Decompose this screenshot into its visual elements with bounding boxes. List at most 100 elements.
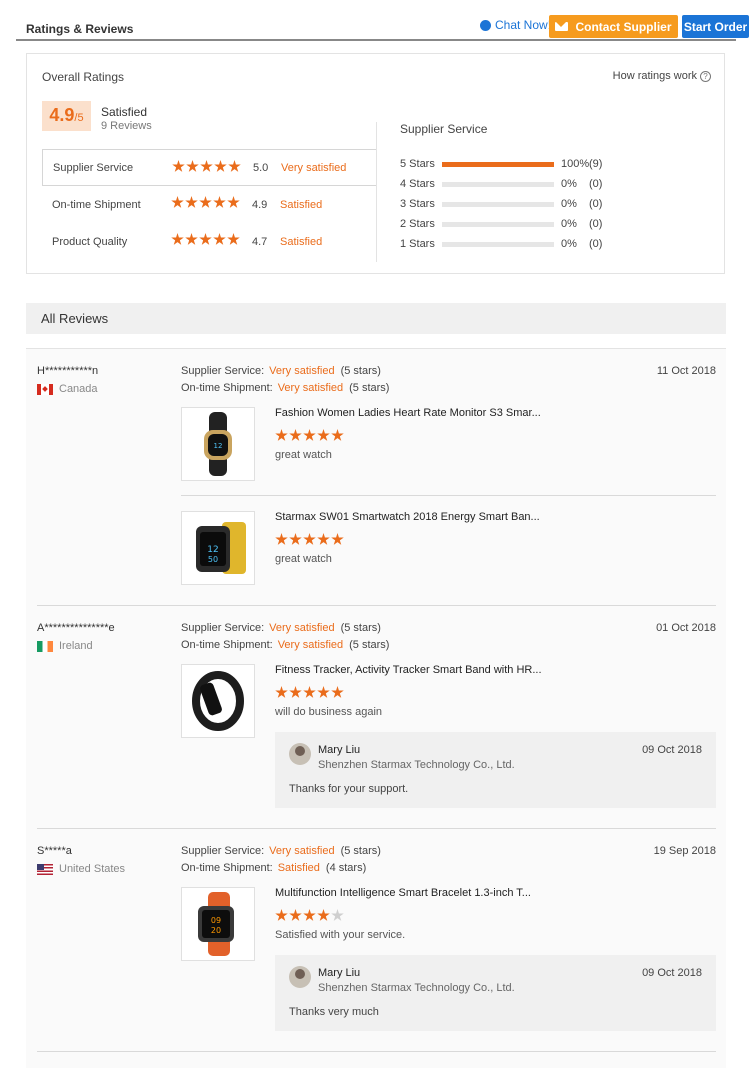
star-filled-icon <box>317 686 330 698</box>
star-filled-icon <box>275 533 288 545</box>
distribution-bar <box>442 221 554 227</box>
reviewed-product: 12 Fashion Women Ladies Heart Rate Monit… <box>181 407 717 481</box>
review-date: 01 Oct 2018 <box>656 622 716 634</box>
star-filled-icon <box>171 233 184 245</box>
distribution-label: 3 Stars <box>400 198 435 210</box>
star-filled-icon <box>303 686 316 698</box>
metric-name: Supplier Service <box>53 161 134 174</box>
distribution-percent: 100% <box>561 158 590 170</box>
reviewed-product: 09 20 Multifunction Intelligence Smart B… <box>181 887 717 961</box>
service-stars-text: (5 stars) <box>340 622 381 634</box>
smartwatch-image: 12 <box>204 412 232 476</box>
metric-product-quality[interactable]: Product Quality 4.7 Satisfied <box>42 223 376 260</box>
star-filled-icon <box>185 233 198 245</box>
star-filled-icon <box>303 909 316 921</box>
reply-text: Thanks for your support. <box>289 783 409 795</box>
buyer-name: A***************e <box>37 622 115 634</box>
service-value: Very satisfied <box>269 365 335 377</box>
fitness-tracker-image <box>192 671 244 731</box>
star-filled-icon <box>303 533 316 545</box>
star-filled-icon <box>289 909 302 921</box>
help-icon: ? <box>700 70 711 82</box>
product-name[interactable]: Multifunction Intelligence Smart Bracele… <box>275 887 531 899</box>
star-filled-icon <box>228 160 241 172</box>
star-distribution: 5 Stars 100% (9) 4 Stars 0% (0) 3 Stars … <box>400 154 650 254</box>
metric-status: Satisfied <box>280 235 323 248</box>
product-stars <box>275 533 344 546</box>
distribution-row-2: 2 Stars 0% (0) <box>400 214 650 234</box>
review-comment: will do business again <box>275 706 383 718</box>
star-filled-icon <box>317 429 330 441</box>
distribution-label: 5 Stars <box>400 158 435 170</box>
ratings-header: Ratings & Reviews Chat Now! Contact Supp… <box>16 10 749 41</box>
shipment-stars-text: (5 stars) <box>349 639 390 651</box>
review-comment: great watch <box>275 553 332 565</box>
product-divider <box>181 495 716 496</box>
product-thumbnail[interactable]: 12 50 <box>181 511 255 585</box>
reply-company: Shenzhen Starmax Technology Co., Ltd. <box>318 759 515 771</box>
supplier-reply: Mary Liu Shenzhen Starmax Technology Co.… <box>275 955 716 1031</box>
star-filled-icon <box>289 686 302 698</box>
shipment-value: Very satisfied <box>277 382 344 394</box>
distribution-bar <box>442 161 554 167</box>
metric-stars <box>171 233 240 246</box>
star-filled-icon <box>171 196 184 208</box>
review-divider <box>37 1051 716 1052</box>
smart-bracelet-image: 09 20 <box>198 892 234 956</box>
distribution-percent: 0% <box>561 238 577 250</box>
star-filled-icon <box>199 196 212 208</box>
reply-author: Mary Liu <box>318 967 361 979</box>
star-filled-icon <box>275 909 288 921</box>
product-name[interactable]: Starmax SW01 Smartwatch 2018 Energy Smar… <box>275 511 540 523</box>
envelope-icon <box>555 22 569 31</box>
product-stars <box>275 429 344 442</box>
chat-now-link[interactable]: Chat Now! <box>480 18 551 32</box>
metric-name: Product Quality <box>52 235 128 248</box>
contact-supplier-button[interactable]: Contact Supplier <box>549 15 678 38</box>
overall-ratings-heading: Overall Ratings <box>42 70 125 84</box>
product-name[interactable]: Fashion Women Ladies Heart Rate Monitor … <box>275 407 541 419</box>
star-filled-icon <box>227 196 240 208</box>
buyer-name: S*****a <box>37 845 72 857</box>
reply-author: Mary Liu <box>318 744 361 756</box>
star-filled-icon <box>275 429 288 441</box>
distribution-bar <box>442 241 554 247</box>
reply-date: 09 Oct 2018 <box>642 744 702 756</box>
service-rating-line: Supplier Service: Very satisfied (5 star… <box>181 622 381 634</box>
product-thumbnail[interactable]: 12 <box>181 407 255 481</box>
metric-on-time-shipment[interactable]: On-time Shipment 4.9 Satisfied <box>42 186 376 223</box>
metric-score: 4.9 <box>252 198 268 211</box>
product-thumbnail[interactable] <box>181 664 255 738</box>
avatar <box>289 966 311 988</box>
service-stars-text: (5 stars) <box>340 365 381 377</box>
country-name: Canada <box>59 383 98 395</box>
service-label: Supplier Service: <box>181 845 265 857</box>
distribution-label: 1 Stars <box>400 238 435 250</box>
review-date: 19 Sep 2018 <box>653 845 716 857</box>
contact-supplier-label: Contact Supplier <box>575 19 672 34</box>
star-filled-icon <box>185 196 198 208</box>
shipment-value: Very satisfied <box>277 639 344 651</box>
star-filled-icon <box>213 196 226 208</box>
service-label: Supplier Service: <box>181 365 265 377</box>
service-stars-text: (5 stars) <box>340 845 381 857</box>
star-filled-icon <box>213 233 226 245</box>
review-comment: Satisfied with your service. <box>275 929 406 941</box>
how-ratings-work-link[interactable]: How ratings work ? <box>613 70 711 82</box>
distribution-row-3: 3 Stars 0% (0) <box>400 194 650 214</box>
reply-text: Thanks very much <box>289 1006 379 1018</box>
star-filled-icon <box>303 429 316 441</box>
buyer-country: Ireland <box>37 640 93 652</box>
product-name[interactable]: Fitness Tracker, Activity Tracker Smart … <box>275 664 542 676</box>
product-thumbnail[interactable]: 09 20 <box>181 887 255 961</box>
metric-supplier-service[interactable]: Supplier Service 5.0 Very satisfied <box>42 149 376 186</box>
star-filled-icon <box>317 533 330 545</box>
star-filled-icon <box>317 909 330 921</box>
metric-stars <box>172 160 241 173</box>
how-ratings-work-label: How ratings work <box>612 70 697 82</box>
start-order-button[interactable]: Start Order <box>682 15 749 38</box>
metric-status: Satisfied <box>280 198 323 211</box>
star-filled-icon <box>331 533 344 545</box>
distribution-row-1: 1 Stars 0% (0) <box>400 234 650 254</box>
star-filled-icon <box>289 429 302 441</box>
